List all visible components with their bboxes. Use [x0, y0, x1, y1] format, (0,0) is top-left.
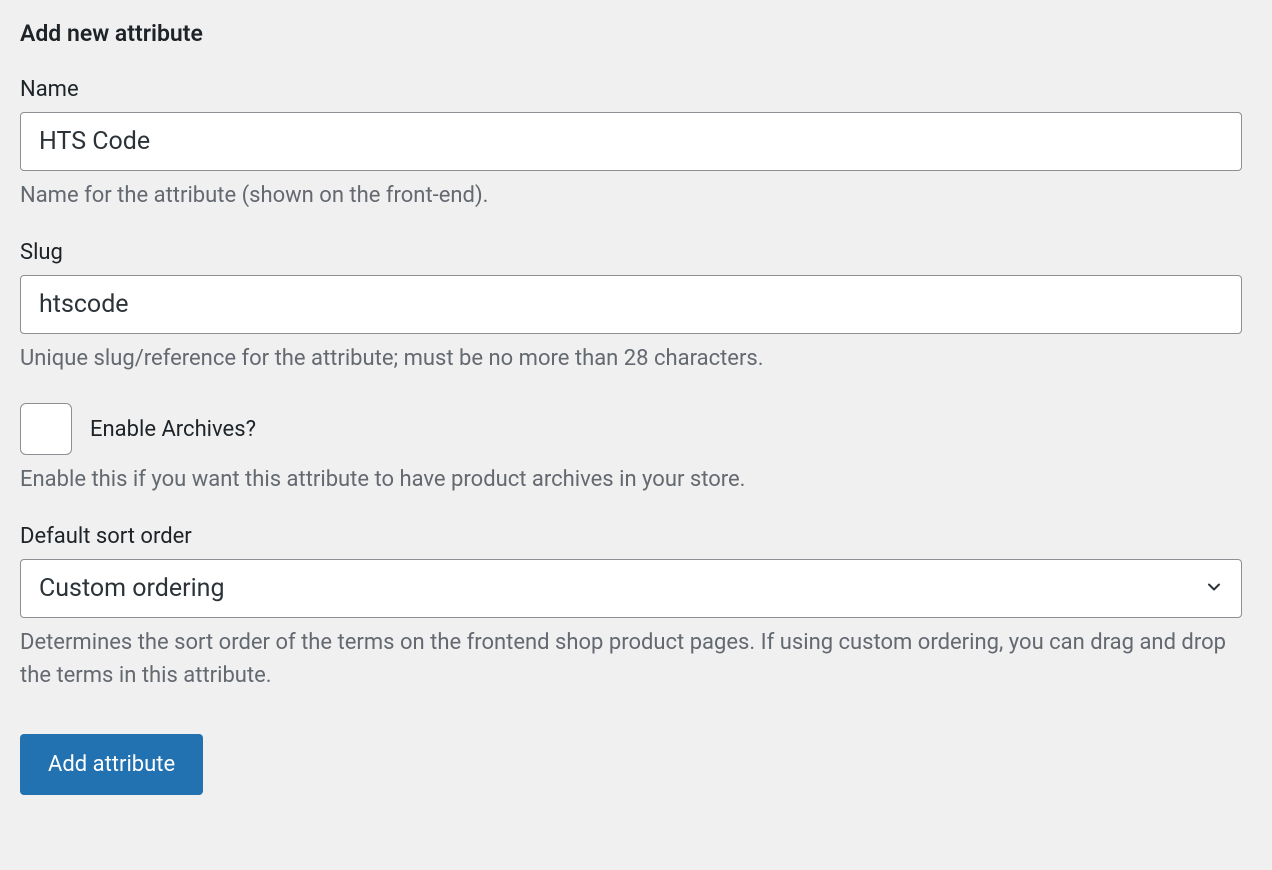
enable-archives-label: Enable Archives?: [90, 417, 256, 442]
name-label: Name: [20, 77, 1252, 102]
enable-archives-checkbox[interactable]: [20, 403, 72, 455]
sort-order-select[interactable]: Custom ordering: [20, 559, 1242, 618]
sort-order-label: Default sort order: [20, 524, 1252, 549]
name-help-text: Name for the attribute (shown on the fro…: [20, 179, 1252, 212]
add-attribute-button[interactable]: Add attribute: [20, 734, 203, 795]
archives-help-text: Enable this if you want this attribute t…: [20, 463, 1252, 496]
name-input[interactable]: [20, 112, 1242, 171]
slug-label: Slug: [20, 240, 1252, 265]
slug-field-group: Slug Unique slug/reference for the attri…: [20, 240, 1252, 375]
sort-order-help-text: Determines the sort order of the terms o…: [20, 626, 1252, 692]
form-title: Add new attribute: [20, 20, 1252, 47]
archives-field-group: Enable Archives? Enable this if you want…: [20, 403, 1252, 496]
slug-input[interactable]: [20, 275, 1242, 334]
slug-help-text: Unique slug/reference for the attribute;…: [20, 342, 1252, 375]
name-field-group: Name Name for the attribute (shown on th…: [20, 77, 1252, 212]
sort-order-field-group: Default sort order Custom ordering Deter…: [20, 524, 1252, 692]
